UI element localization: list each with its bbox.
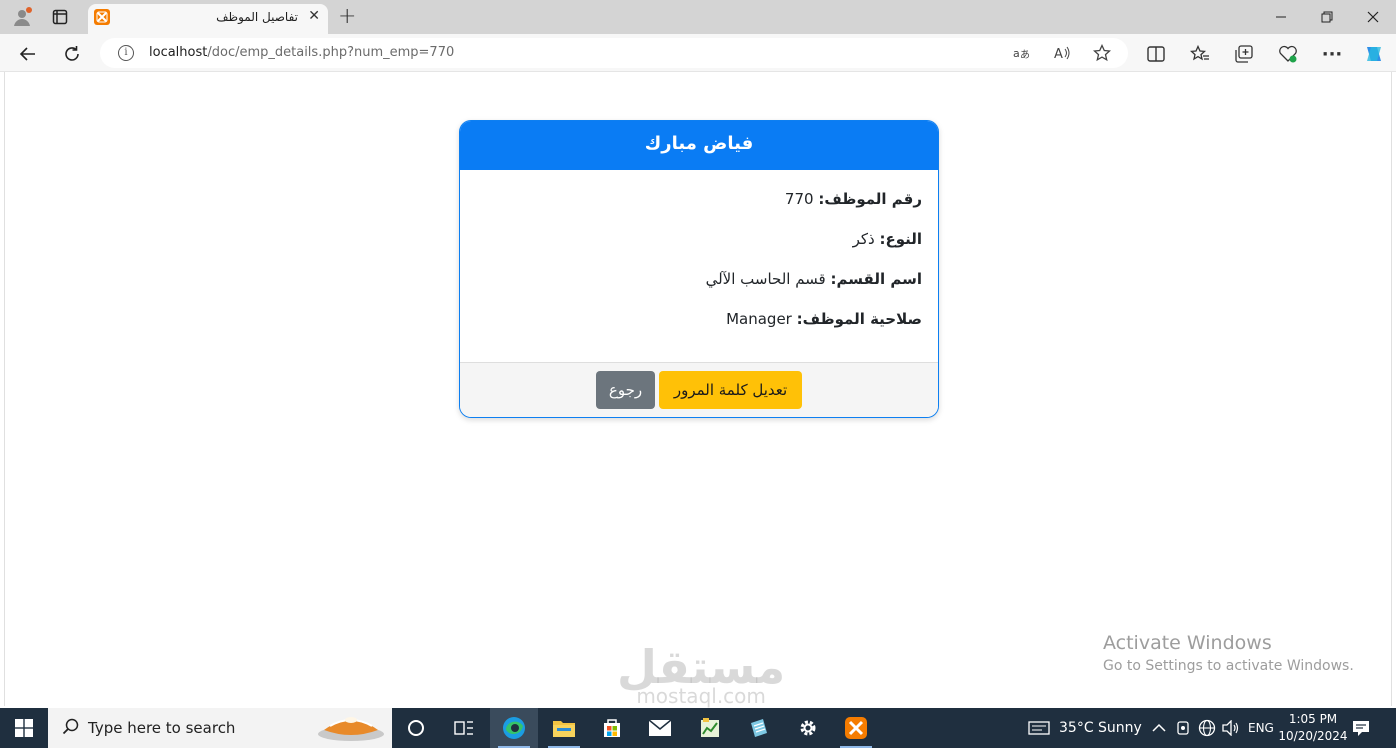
minimize-button[interactable] (1258, 0, 1304, 34)
split-screen-icon[interactable] (1144, 42, 1168, 66)
svg-text:あ: あ (1020, 49, 1030, 61)
url-text[interactable]: localhost/doc/emp_details.php?num_emp=77… (149, 45, 454, 60)
refresh-icon[interactable] (60, 42, 84, 66)
new-tab-button[interactable]: + (338, 4, 356, 29)
notifications-icon[interactable] (1352, 708, 1370, 748)
tab-actions-icon[interactable] (48, 5, 72, 29)
activate-subtitle: Go to Settings to activate Windows. (1103, 658, 1354, 674)
show-hidden-icons-chevron-icon[interactable] (1152, 708, 1166, 748)
tab-close-icon[interactable]: ✕ (308, 8, 320, 24)
favorites-icon[interactable] (1188, 42, 1212, 66)
input-language-indicator[interactable]: ENG (1248, 708, 1274, 748)
site-info-icon[interactable]: i (118, 45, 134, 61)
meet-now-icon[interactable] (1176, 708, 1190, 748)
settings-gear-icon[interactable] (784, 708, 832, 748)
taskbar: Type here to search 35°C Sunny ENG 1:05 … (0, 708, 1396, 748)
department-row: اسم القسم: قسم الحاسب الآلي (476, 268, 922, 308)
network-globe-icon[interactable] (1198, 708, 1216, 748)
address-bar[interactable]: i localhost/doc/emp_details.php?num_emp=… (100, 38, 1128, 68)
page-viewport: فياض مبارك رقم الموظف: 770 النوع: ذكر اس… (4, 72, 1392, 708)
notepad-app-icon[interactable] (734, 708, 782, 748)
clock-date: 10/20/2024 (1278, 729, 1348, 743)
taskbar-search-box[interactable]: Type here to search (48, 708, 392, 748)
back-arrow-icon[interactable] (16, 42, 40, 66)
search-icon (62, 718, 79, 735)
activate-title: Activate Windows (1103, 632, 1272, 654)
employee-name-header: فياض مبارك (460, 121, 938, 170)
volume-icon[interactable] (1222, 708, 1240, 748)
mail-icon[interactable] (636, 708, 684, 748)
taskbar-clock[interactable]: 1:05 PM 10/20/2024 (1278, 711, 1348, 745)
role-label: صلاحية الموظف: (796, 310, 922, 328)
edge-taskbar-icon[interactable] (490, 708, 538, 748)
favorite-star-icon[interactable] (1092, 44, 1112, 62)
windows-start-icon[interactable] (0, 708, 48, 748)
employee-number-value: 770 (784, 190, 814, 208)
gender-row: النوع: ذكر (476, 228, 922, 268)
weather-text: 35°C Sunny (1059, 720, 1142, 736)
search-placeholder: Type here to search (88, 719, 236, 737)
gender-label: النوع: (879, 230, 922, 248)
xampp-favicon-icon (94, 9, 110, 25)
tab-title: تفاصيل الموظف (216, 10, 298, 24)
svg-text:A: A (1054, 47, 1063, 61)
department-label: اسم القسم: (830, 270, 922, 288)
department-value: قسم الحاسب الآلي (705, 270, 826, 288)
spreadsheet-app-icon[interactable] (686, 708, 734, 748)
file-explorer-icon[interactable] (540, 708, 588, 748)
svg-text:a: a (1013, 47, 1020, 60)
address-toolbar: i localhost/doc/emp_details.php?num_emp=… (0, 34, 1396, 72)
read-aloud-icon[interactable]: A (1052, 44, 1072, 62)
role-row: صلاحية الموظف: Manager (476, 308, 922, 348)
profile-icon[interactable] (10, 5, 34, 29)
edit-password-button[interactable]: تعديل كلمة المرور (659, 371, 802, 409)
task-view-icon[interactable] (440, 708, 488, 748)
xampp-taskbar-icon[interactable] (832, 708, 880, 748)
translate-icon[interactable]: aあ (1012, 44, 1032, 62)
restore-button[interactable] (1304, 0, 1350, 34)
gender-value: ذكر (852, 230, 875, 248)
mostaql-watermark: مستقل mostaql.com (617, 640, 786, 708)
microsoft-store-icon[interactable] (588, 708, 636, 748)
more-options-icon[interactable]: ··· (1320, 42, 1344, 66)
close-window-button[interactable] (1350, 0, 1396, 34)
employee-card: فياض مبارك رقم الموظف: 770 النوع: ذكر اس… (459, 120, 939, 418)
collections-icon[interactable] (1232, 42, 1256, 66)
tab-strip: تفاصيل الموظف ✕ + (0, 0, 1396, 34)
activate-windows-notice: Activate Windows Go to Settings to activ… (1103, 632, 1354, 674)
role-value: Manager (726, 310, 792, 328)
weather-icon (1028, 721, 1050, 735)
employee-number-label: رقم الموظف: (818, 190, 922, 208)
browser-essentials-icon[interactable] (1276, 42, 1300, 66)
copilot-icon[interactable] (1362, 42, 1386, 66)
pie-illustration-icon (318, 717, 384, 741)
card-footer: تعديل كلمة المرور رجوع (460, 362, 938, 417)
cortana-icon[interactable] (392, 708, 440, 748)
employee-number-row: رقم الموظف: 770 (476, 188, 922, 228)
tab-employee-details[interactable]: تفاصيل الموظف ✕ (88, 4, 328, 34)
clock-time: 1:05 PM (1288, 712, 1338, 726)
back-button[interactable]: رجوع (596, 371, 655, 409)
weather-widget[interactable]: 35°C Sunny (1028, 708, 1142, 748)
employee-details-body: رقم الموظف: 770 النوع: ذكر اسم القسم: قس… (460, 170, 938, 363)
